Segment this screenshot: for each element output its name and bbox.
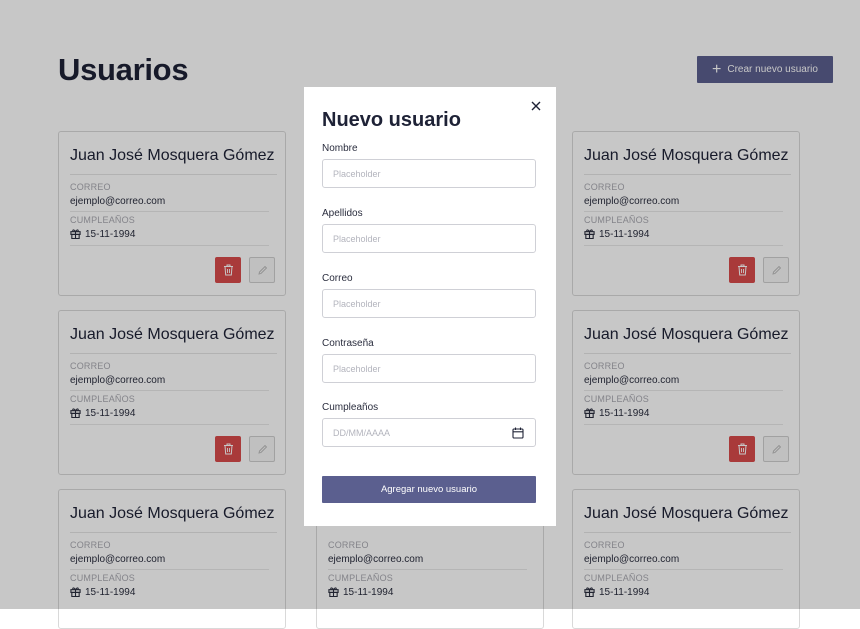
surname-input[interactable]: [322, 224, 536, 253]
name-label: Nombre: [322, 143, 358, 154]
surname-label: Apellidos: [322, 208, 363, 219]
birthday-input[interactable]: [322, 418, 536, 447]
modal-title: Nuevo usuario: [322, 109, 461, 131]
email-input[interactable]: [322, 289, 536, 318]
add-user-button[interactable]: Agregar nuevo usuario: [322, 476, 536, 503]
password-input[interactable]: [322, 354, 536, 383]
password-label: Contraseña: [322, 338, 374, 349]
close-modal-button[interactable]: [530, 100, 542, 112]
birthday-label: Cumpleaños: [322, 402, 379, 413]
close-icon: [531, 101, 541, 111]
name-input[interactable]: [322, 159, 536, 188]
email-label: Correo: [322, 273, 353, 284]
calendar-icon[interactable]: [512, 427, 524, 439]
new-user-modal: Nuevo usuario Nombre Apellidos Correo Co…: [304, 87, 556, 526]
